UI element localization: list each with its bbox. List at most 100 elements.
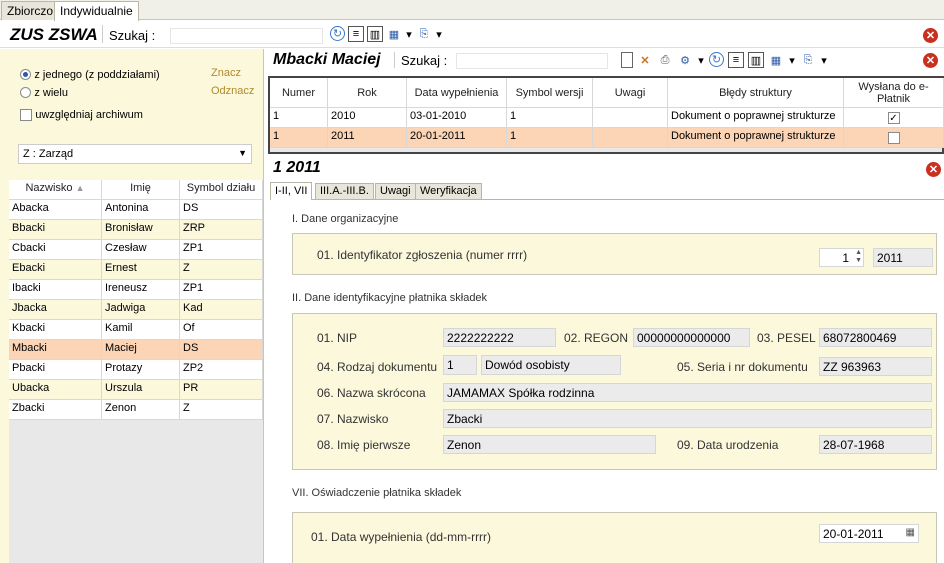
department-select[interactable]: Z : Zarząd ▼ xyxy=(18,144,252,164)
mark-link[interactable]: Znacz xyxy=(211,67,241,79)
grid-layout-icon[interactable]: ▦ xyxy=(768,52,784,68)
checkbox-icon[interactable] xyxy=(20,108,32,121)
radio-single-label: z jednego (z poddziałami) xyxy=(34,69,160,81)
close-record-icon[interactable]: ✕ xyxy=(923,53,938,68)
calendar-icon[interactable]: ▦ xyxy=(906,527,915,538)
filter-icon[interactable]: ≡ xyxy=(728,52,744,68)
close-detail-icon[interactable]: ✕ xyxy=(926,162,941,177)
id-number-value: 1 xyxy=(842,251,849,265)
table-row[interactable]: 1 2010 03-01-2010 1 Dokument o poprawnej str… xyxy=(270,108,944,128)
id-number-stepper[interactable]: 1 ▲ ▼ xyxy=(819,248,864,267)
column-header[interactable]: Wysłana do e-Płatnik xyxy=(844,78,944,108)
surname-field: Zbacki xyxy=(443,409,932,428)
regon-label: 02. REGON xyxy=(564,331,629,345)
records-grid: Numer Rok Data wypełnienia Symbol wersji Uwa… xyxy=(268,76,944,154)
refresh-icon[interactable]: ↻ xyxy=(330,26,345,41)
filter-icon[interactable]: ≡ xyxy=(348,26,364,42)
table-cell: 1 xyxy=(270,128,328,148)
table-row[interactable]: Pbacki Protazy ZP2 xyxy=(9,360,263,380)
tab-i-ii-vii[interactable]: I-II, VII xyxy=(270,182,313,201)
detail-body: I. Dane organizacyjne 01. Identyfikator … xyxy=(270,200,944,563)
settings-icon[interactable]: ⚙ xyxy=(677,52,693,68)
table-row[interactable]: 1 2011 20-01-2011 1 Dokument o poprawnej str… xyxy=(270,128,944,148)
table-cell: Protazy xyxy=(102,360,180,380)
column-header[interactable]: Data wypełnienia xyxy=(407,78,507,108)
table-row[interactable]: Bbacki Bronisław ZRP xyxy=(9,220,263,240)
delete-icon[interactable]: ✕ xyxy=(637,52,653,68)
stepper-icon[interactable]: ▲ ▼ xyxy=(855,249,862,265)
pesel-field: 68072800469 xyxy=(819,328,932,347)
columns-icon[interactable]: ▥ xyxy=(748,52,764,68)
table-row[interactable]: Abacka Antonina DS xyxy=(9,200,263,220)
column-header[interactable]: Numer xyxy=(270,78,328,108)
table-cell: Czesław xyxy=(102,240,180,260)
detail-title: 1 2011 xyxy=(273,159,321,176)
record-toolbar: Mbacki Maciej Szukaj : ✕ ⎙ ⚙ ▾ ↻ ≡ ▥ ▦ ▾… xyxy=(268,49,944,71)
right-search-input[interactable] xyxy=(456,53,608,69)
regon-field: 00000000000000 xyxy=(633,328,750,347)
tab-indywidualnie[interactable]: Indywidualnie xyxy=(54,1,139,21)
columns-icon[interactable]: ▥ xyxy=(367,26,383,42)
checkbox-icon[interactable]: ✓ xyxy=(887,111,900,124)
unmark-link[interactable]: Odznacz xyxy=(211,85,254,97)
radio-icon[interactable] xyxy=(20,69,31,81)
table-cell: Cbacki xyxy=(9,240,102,260)
birth-label: 09. Data urodzenia xyxy=(677,438,779,452)
firstname-label: 08. Imię pierwsze xyxy=(317,438,411,452)
table-cell: Of xyxy=(180,320,263,340)
table-cell: Ireneusz xyxy=(102,280,180,300)
left-title: ZUS ZSWA xyxy=(10,25,98,44)
close-main-icon[interactable]: ✕ xyxy=(923,28,938,43)
col-nazwisko-label: Nazwisko xyxy=(25,182,73,194)
radio-icon[interactable] xyxy=(20,87,31,99)
tab-weryfikacja[interactable]: Weryfikacja xyxy=(415,183,482,200)
chevron-down-icon[interactable]: ▾ xyxy=(788,52,796,68)
chevron-down-icon[interactable]: ▾ xyxy=(697,52,705,68)
col-symbol[interactable]: Symbol działu xyxy=(180,180,263,200)
export-icon[interactable]: ⎘ xyxy=(416,26,432,42)
table-cell: Dokument o poprawnej strukturze xyxy=(668,108,844,128)
new-document-icon[interactable] xyxy=(621,52,633,68)
tab-zbiorczo[interactable]: Zbiorczo xyxy=(1,1,60,20)
grid-layout-icon[interactable]: ▦ xyxy=(386,26,402,42)
table-cell: Ibacki xyxy=(9,280,102,300)
chevron-down-icon[interactable]: ▾ xyxy=(435,26,443,42)
table-cell: Bbacki xyxy=(9,220,102,240)
table-row[interactable]: Kbacki Kamil Of xyxy=(9,320,263,340)
export-icon[interactable]: ⎘ xyxy=(800,52,816,68)
table-cell: Ubacka xyxy=(9,380,102,400)
table-row[interactable]: Mbacki Maciej DS xyxy=(9,340,263,360)
col-imie[interactable]: Imię xyxy=(102,180,180,200)
table-cell: 1 xyxy=(270,108,328,128)
table-row[interactable]: Zbacki Zenon Z xyxy=(9,400,263,420)
table-row[interactable]: Jbacka Jadwiga Kad xyxy=(9,300,263,320)
table-cell: DS xyxy=(180,340,263,360)
print-icon[interactable]: ⎙ xyxy=(657,52,673,68)
tab-uwagi[interactable]: Uwagi xyxy=(375,183,416,200)
archive-checkbox[interactable]: uwzględniaj archiwum xyxy=(20,107,143,121)
table-cell: 2010 xyxy=(328,108,407,128)
fill-date-picker[interactable]: 20-01-2011 ▦ xyxy=(819,524,919,543)
table-cell: Kbacki xyxy=(9,320,102,340)
tab-iii[interactable]: III.A.-III.B. xyxy=(315,183,374,200)
table-cell: DS xyxy=(180,200,263,220)
table-row[interactable]: Ebacki Ernest Z xyxy=(9,260,263,280)
left-search-input[interactable] xyxy=(170,28,323,44)
sort-asc-icon: ▲ xyxy=(75,183,85,193)
chevron-down-icon[interactable]: ▾ xyxy=(405,26,413,42)
table-cell: Pbacki xyxy=(9,360,102,380)
table-row[interactable]: Ubacka Urszula PR xyxy=(9,380,263,400)
table-row[interactable]: Cbacki Czesław ZP1 xyxy=(9,240,263,260)
radio-single[interactable]: z jednego (z poddziałami) xyxy=(20,67,160,81)
column-header[interactable]: Symbol wersji xyxy=(507,78,593,108)
radio-many[interactable]: z wielu xyxy=(20,85,68,99)
col-nazwisko[interactable]: Nazwisko ▲ xyxy=(9,180,102,200)
column-header[interactable]: Błędy struktury xyxy=(668,78,844,108)
refresh-icon[interactable]: ↻ xyxy=(709,52,724,67)
column-header[interactable]: Rok xyxy=(328,78,407,108)
table-row[interactable]: Ibacki Ireneusz ZP1 xyxy=(9,280,263,300)
checkbox-icon[interactable] xyxy=(887,131,900,144)
table-cell: Jbacka xyxy=(9,300,102,320)
column-header[interactable]: Uwagi xyxy=(593,78,668,108)
chevron-down-icon[interactable]: ▾ xyxy=(820,52,828,68)
